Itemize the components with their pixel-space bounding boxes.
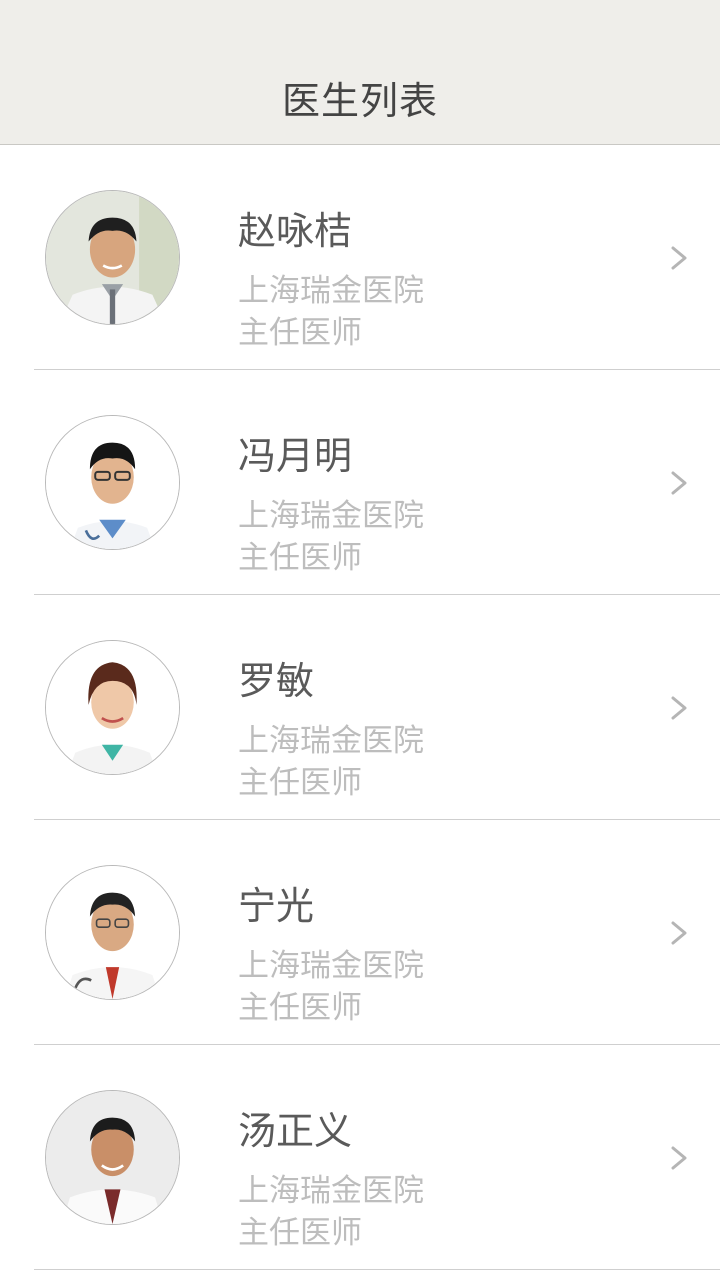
chevron-right-icon xyxy=(671,471,687,495)
doctor-list-item[interactable]: 宁光 上海瑞金医院 主任医师 xyxy=(0,820,720,1045)
doctor-name: 宁光 xyxy=(238,884,315,928)
doctor-photo-icon xyxy=(46,1091,179,1224)
doctor-hospital: 上海瑞金医院 xyxy=(238,948,424,984)
doctor-title: 主任医师 xyxy=(238,1215,362,1251)
doctor-list-item[interactable]: 赵咏桔 上海瑞金医院 主任医师 xyxy=(0,145,720,370)
chevron-right-icon xyxy=(671,246,687,270)
doctor-hospital: 上海瑞金医院 xyxy=(238,1173,424,1209)
doctor-name: 罗敏 xyxy=(238,659,315,703)
doctor-photo-icon xyxy=(46,416,179,549)
doctor-list: 赵咏桔 上海瑞金医院 主任医师 冯月明 上海瑞金医院 主任医师 罗敏 上海瑞金医… xyxy=(0,145,720,1270)
doctor-name: 赵咏桔 xyxy=(238,209,353,253)
doctor-avatar xyxy=(45,640,180,775)
doctor-avatar xyxy=(45,190,180,325)
doctor-list-item[interactable]: 汤正义 上海瑞金医院 主任医师 xyxy=(0,1045,720,1270)
doctor-title: 主任医师 xyxy=(238,990,362,1026)
page-title: 医生列表 xyxy=(281,79,438,123)
doctor-title: 主任医师 xyxy=(238,765,362,801)
doctor-photo-icon xyxy=(46,866,179,999)
doctor-hospital: 上海瑞金医院 xyxy=(238,723,424,759)
chevron-right-icon xyxy=(671,696,687,720)
chevron-right-icon xyxy=(671,1146,687,1170)
doctor-name: 汤正义 xyxy=(238,1109,353,1153)
nav-header: 医生列表 xyxy=(0,0,720,145)
doctor-name: 冯月明 xyxy=(238,434,353,478)
doctor-list-item[interactable]: 冯月明 上海瑞金医院 主任医师 xyxy=(0,370,720,595)
doctor-title: 主任医师 xyxy=(238,540,362,576)
doctor-avatar xyxy=(45,415,180,550)
doctor-photo-icon xyxy=(46,191,179,324)
doctor-hospital: 上海瑞金医院 xyxy=(238,273,424,309)
row-divider xyxy=(34,1269,720,1270)
doctor-photo-icon xyxy=(46,641,179,774)
doctor-hospital: 上海瑞金医院 xyxy=(238,498,424,534)
doctor-title: 主任医师 xyxy=(238,315,362,351)
doctor-avatar xyxy=(45,865,180,1000)
doctor-list-item[interactable]: 罗敏 上海瑞金医院 主任医师 xyxy=(0,595,720,820)
doctor-avatar xyxy=(45,1090,180,1225)
chevron-right-icon xyxy=(671,921,687,945)
